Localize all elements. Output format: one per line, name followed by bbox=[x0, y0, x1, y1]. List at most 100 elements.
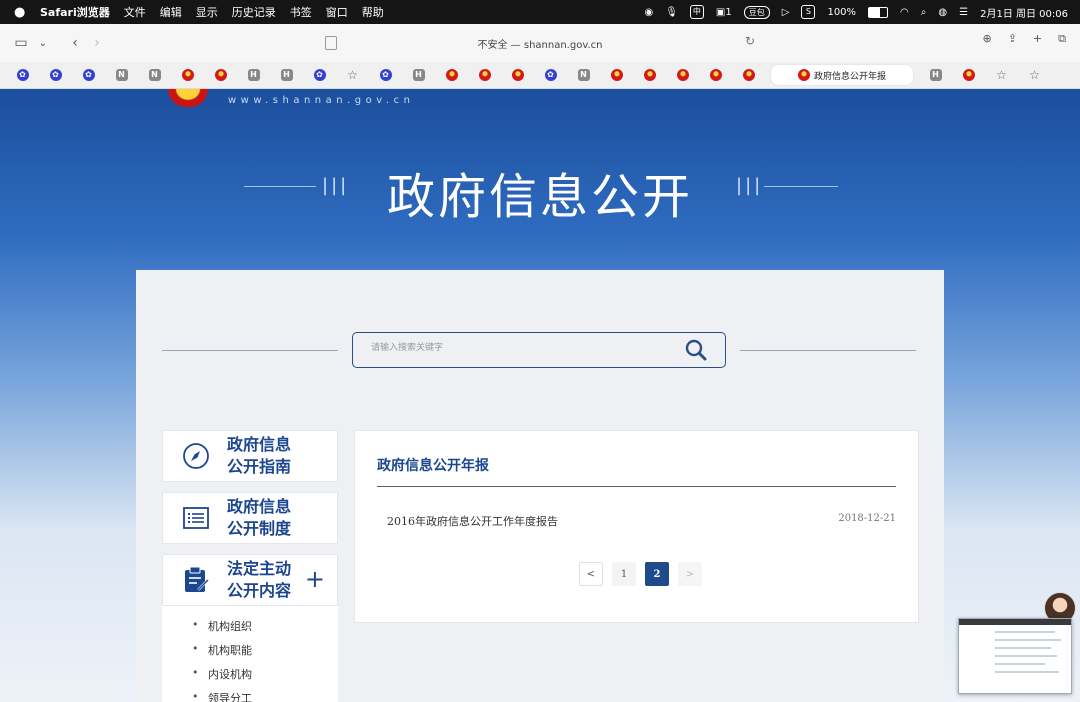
national-emblem-icon bbox=[643, 69, 656, 81]
favorite-item[interactable]: H bbox=[919, 69, 952, 81]
banner-decoration-line bbox=[764, 186, 838, 187]
battery-icon[interactable] bbox=[868, 6, 889, 18]
favorite-item[interactable]: ✿ bbox=[39, 69, 72, 81]
spotlight-icon[interactable]: ⌕ bbox=[921, 7, 927, 18]
favorite-item[interactable]: ✿ bbox=[72, 69, 105, 81]
favorite-item[interactable] bbox=[666, 69, 699, 81]
record-icon[interactable]: ◉ bbox=[644, 7, 653, 18]
menu-file[interactable]: 文件 bbox=[124, 4, 146, 20]
favorite-item[interactable]: H bbox=[270, 69, 303, 81]
favorite-item[interactable] bbox=[732, 69, 765, 81]
sublist-item[interactable]: 机构职能 bbox=[192, 642, 252, 658]
menu-view[interactable]: 显示 bbox=[196, 4, 218, 20]
expand-plus-icon[interactable]: + bbox=[305, 565, 325, 593]
national-emblem-logo[interactable] bbox=[168, 89, 208, 107]
forward-button[interactable]: › bbox=[86, 32, 108, 54]
favorite-item[interactable]: ✿ bbox=[534, 69, 567, 81]
site-url: www.shannan.gov.cn bbox=[228, 95, 415, 106]
menu-bookmarks[interactable]: 书签 bbox=[290, 4, 312, 20]
n-site-icon: N bbox=[115, 69, 128, 81]
search-input[interactable] bbox=[369, 342, 673, 354]
screenshot-thumbnail[interactable] bbox=[958, 618, 1072, 694]
sidebar-item-guide[interactable]: 政府信息 公开指南 bbox=[162, 430, 338, 482]
tab-overview-icon[interactable]: ⧉ bbox=[1058, 32, 1066, 46]
sublist-item[interactable]: 机构组织 bbox=[192, 618, 252, 634]
favorite-item[interactable]: ✿ bbox=[303, 69, 336, 81]
national-emblem-icon bbox=[676, 69, 689, 81]
input-method-icon[interactable]: 中 bbox=[689, 5, 704, 19]
paw-icon: ✿ bbox=[313, 69, 326, 81]
play-icon[interactable]: ▷ bbox=[782, 7, 790, 18]
battery-percent: 100% bbox=[827, 6, 857, 18]
control-center-icon[interactable]: ☰ bbox=[959, 7, 968, 18]
active-tab[interactable]: 政府信息公开年报 bbox=[771, 65, 913, 85]
banner-decoration-bars: ||| bbox=[736, 175, 764, 196]
favorite-item[interactable]: ☆ bbox=[985, 69, 1018, 81]
sublist-item[interactable]: 领导分工 bbox=[192, 690, 252, 702]
address-bar[interactable]: 不安全 — shannan.gov.cn ↻ bbox=[325, 30, 755, 56]
favorite-item[interactable] bbox=[435, 69, 468, 81]
menu-history[interactable]: 历史记录 bbox=[232, 4, 276, 20]
favorite-item[interactable]: N bbox=[138, 69, 171, 81]
sidebar-item-label: 政府信息 公开指南 bbox=[227, 434, 303, 478]
downloads-icon[interactable]: ⊕ bbox=[982, 32, 991, 46]
search-icon[interactable] bbox=[685, 339, 707, 361]
favorite-item[interactable]: ✿ bbox=[6, 69, 39, 81]
url-text[interactable]: 不安全 — shannan.gov.cn bbox=[478, 36, 603, 51]
national-emblem-icon bbox=[181, 69, 194, 81]
prev-page-button[interactable]: < bbox=[579, 562, 603, 586]
national-emblem-icon bbox=[797, 69, 810, 81]
menu-window[interactable]: 窗口 bbox=[326, 4, 348, 20]
h-site-icon: H bbox=[247, 69, 260, 81]
share-icon[interactable]: ⇪ bbox=[1008, 32, 1017, 46]
favorite-item[interactable] bbox=[952, 69, 985, 81]
list-item[interactable]: 2016年政府信息公开工作年度报告 2018-12-21 bbox=[387, 513, 896, 529]
favorite-item[interactable] bbox=[501, 69, 534, 81]
star-icon: ☆ bbox=[1029, 68, 1040, 82]
favorite-item[interactable] bbox=[468, 69, 501, 81]
menu-app-name[interactable]: Safari浏览器 bbox=[40, 4, 110, 20]
favorite-item[interactable]: H bbox=[237, 69, 270, 81]
favorite-item[interactable] bbox=[699, 69, 732, 81]
sidebar-item-statutory[interactable]: 法定主动 公开内容 + bbox=[162, 554, 338, 606]
douban-badge[interactable]: 豆包 bbox=[743, 5, 770, 19]
new-tab-icon[interactable]: + bbox=[1033, 32, 1042, 46]
favorite-item[interactable] bbox=[633, 69, 666, 81]
menu-edit[interactable]: 编辑 bbox=[160, 4, 182, 20]
favorite-item[interactable]: N bbox=[567, 69, 600, 81]
siri-icon[interactable]: ◍ bbox=[938, 7, 947, 18]
sidebar-toggle-icon[interactable]: ▭ bbox=[10, 32, 32, 54]
national-emblem-icon bbox=[511, 69, 524, 81]
clock[interactable]: 2月1日 周日 00:06 bbox=[980, 5, 1068, 20]
wechat-icon[interactable]: ▣1 bbox=[716, 7, 732, 18]
chevron-down-icon[interactable]: ⌄ bbox=[32, 32, 54, 54]
favorite-item[interactable]: N bbox=[105, 69, 138, 81]
favorite-item[interactable] bbox=[171, 69, 204, 81]
search-box[interactable] bbox=[352, 332, 726, 368]
national-emblem-icon bbox=[709, 69, 722, 81]
page-button-2[interactable]: 2 bbox=[645, 562, 669, 586]
apple-icon[interactable]: ● bbox=[14, 5, 28, 20]
reload-icon[interactable]: ↻ bbox=[745, 34, 755, 48]
app-s-icon[interactable]: S bbox=[801, 5, 816, 19]
paw-icon: ✿ bbox=[544, 69, 557, 81]
back-button[interactable]: ‹ bbox=[64, 32, 86, 54]
search-divider bbox=[162, 350, 338, 351]
favorite-item[interactable]: H bbox=[402, 69, 435, 81]
favorite-item[interactable]: ☆ bbox=[336, 69, 369, 81]
favorite-item[interactable]: ✿ bbox=[369, 69, 402, 81]
favorite-item[interactable]: ☆ bbox=[1018, 69, 1051, 81]
sidebar-item-system[interactable]: 政府信息 公开制度 bbox=[162, 492, 338, 544]
favorite-item[interactable] bbox=[204, 69, 237, 81]
page-settings-icon[interactable] bbox=[325, 36, 337, 50]
h-site-icon: H bbox=[929, 69, 942, 81]
menu-help[interactable]: 帮助 bbox=[362, 4, 384, 20]
sublist-item[interactable]: 内设机构 bbox=[192, 666, 252, 682]
national-emblem-icon bbox=[742, 69, 755, 81]
page-button-1[interactable]: 1 bbox=[612, 562, 636, 586]
wifi-icon[interactable]: ◠ bbox=[900, 7, 909, 18]
microphone-icon[interactable]: 🎙 bbox=[665, 7, 678, 18]
report-title-link[interactable]: 2016年政府信息公开工作年度报告 bbox=[387, 515, 558, 528]
favorite-item[interactable] bbox=[600, 69, 633, 81]
next-page-button[interactable]: > bbox=[678, 562, 702, 586]
